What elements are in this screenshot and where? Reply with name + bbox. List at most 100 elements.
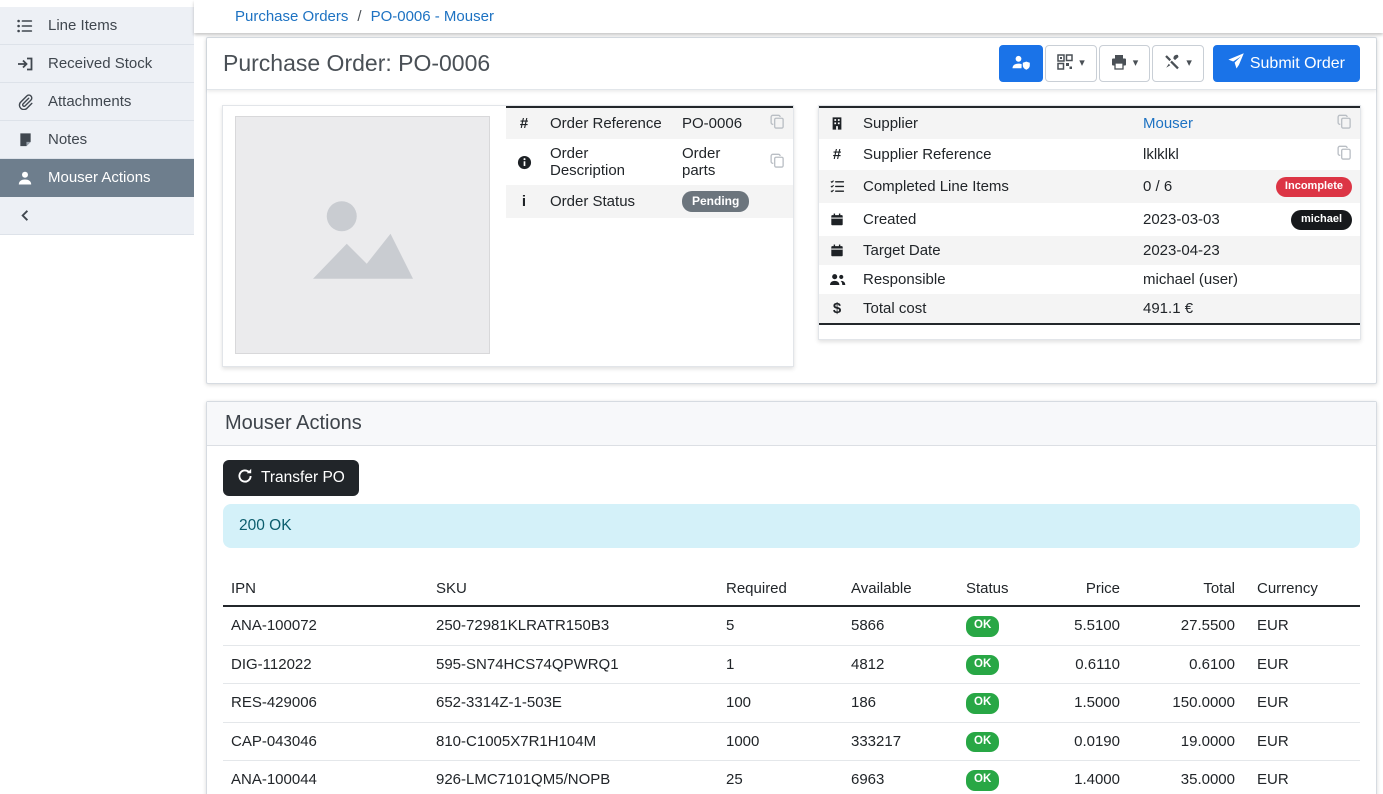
caret-down-icon: ▾ (1133, 58, 1139, 69)
supplier-link[interactable]: Mouser (1143, 115, 1193, 132)
detail-value: 2023-03-03 (1135, 203, 1258, 236)
submit-order-button[interactable]: Submit Order (1213, 45, 1360, 82)
column-header-available: Available (843, 572, 958, 606)
purchase-order-header: Purchase Order: PO-0006 ▾ (207, 38, 1376, 90)
currency-cell: EUR (1243, 722, 1360, 761)
table-row: Created 2023-03-03 michael (819, 203, 1360, 236)
list-check-icon (819, 170, 855, 203)
table-row: Target Date 2023-04-23 (819, 236, 1360, 265)
sidebar-item-label: Attachments (48, 93, 131, 110)
price-cell: 1.5000 (1058, 684, 1128, 723)
printer-icon (1111, 54, 1127, 74)
caret-down-icon: ▾ (1186, 58, 1192, 69)
sku-cell: 652-3314Z-1-503E (428, 684, 718, 723)
table-row: $ Total cost 491.1 € (819, 294, 1360, 324)
user-icon (16, 170, 34, 186)
order-tools-button[interactable]: ▾ (1152, 45, 1204, 82)
tools-icon (1164, 54, 1180, 74)
copy-icon[interactable] (770, 114, 785, 129)
detail-value: michael (user) (1135, 265, 1258, 294)
ipn-cell: ANA-100044 (223, 761, 428, 794)
line-items-table: IPN SKU Required Available Status Price … (223, 572, 1360, 794)
status-badge: OK (966, 693, 999, 714)
copy-icon[interactable] (1337, 145, 1352, 160)
app-window: Line Items Received Stock Attachments No… (0, 0, 1383, 794)
copy-icon[interactable] (1337, 114, 1352, 129)
page-title: Purchase Order: PO-0006 (223, 50, 490, 77)
sidebar-item-label: Line Items (48, 17, 117, 34)
column-header-ipn: IPN (223, 572, 428, 606)
currency-cell: EUR (1243, 645, 1360, 684)
status-badge: OK (966, 655, 999, 676)
order-info-table: Supplier Mouser # Supplier Reference (819, 106, 1360, 325)
user-permissions-button[interactable] (999, 45, 1043, 82)
calendar-icon (819, 236, 855, 265)
order-summary-card: # Order Reference PO-0006 (222, 105, 794, 367)
currency-cell: EUR (1243, 761, 1360, 794)
price-cell: 0.6110 (1058, 645, 1128, 684)
sidebar-item-mouser-actions[interactable]: Mouser Actions (0, 159, 194, 197)
detail-label: Supplier Reference (855, 139, 1135, 170)
sign-in-icon (16, 56, 34, 72)
sidebar-item-notes[interactable]: Notes (0, 121, 194, 159)
breadcrumb-link-current-order[interactable]: PO-0006 - Mouser (371, 8, 494, 25)
barcode-actions-button[interactable]: ▾ (1045, 45, 1097, 82)
breadcrumb-link-purchase-orders[interactable]: Purchase Orders (235, 8, 348, 25)
sidebar-item-line-items[interactable]: Line Items (0, 7, 194, 45)
paper-plane-icon (1228, 53, 1244, 74)
sidebar-item-label: Mouser Actions (48, 169, 151, 186)
sku-cell: 926-LMC7101QM5/NOPB (428, 761, 718, 794)
table-row: # Supplier Reference lklklkl (819, 139, 1360, 170)
order-details-table: # Order Reference PO-0006 (506, 106, 793, 218)
sidebar-item-attachments[interactable]: Attachments (0, 83, 194, 121)
paperclip-icon (16, 94, 34, 110)
building-icon (819, 107, 855, 139)
status-alert-text: 200 OK (239, 517, 292, 534)
status-badge: OK (966, 770, 999, 791)
ipn-cell: CAP-043046 (223, 722, 428, 761)
chevron-left-icon (16, 208, 34, 223)
total-cell: 35.0000 (1128, 761, 1243, 794)
total-cell: 0.6100 (1128, 645, 1243, 684)
table-row: i Order Status Pending (506, 185, 793, 218)
breadcrumb-separator: / (357, 8, 361, 25)
info-circle-icon (506, 139, 542, 185)
hash-icon: # (516, 115, 532, 132)
sku-cell: 595-SN74HCS74QPWRQ1 (428, 645, 718, 684)
hash-icon: # (829, 146, 845, 163)
detail-label: Created (855, 203, 1135, 236)
table-row: # Order Reference PO-0006 (506, 107, 793, 139)
available-cell: 186 (843, 684, 958, 723)
detail-value: Order parts (674, 139, 762, 185)
detail-label: Order Reference (542, 107, 674, 139)
column-header-sku: SKU (428, 572, 718, 606)
table-row: Supplier Mouser (819, 107, 1360, 139)
column-header-total: Total (1128, 572, 1243, 606)
table-row: Responsible michael (user) (819, 265, 1360, 294)
sku-cell: 810-C1005X7R1H104M (428, 722, 718, 761)
calendar-icon (819, 203, 855, 236)
table-row: Completed Line Items 0 / 6 Incomplete (819, 170, 1360, 203)
ipn-cell: ANA-100072 (223, 606, 428, 645)
print-actions-button[interactable]: ▾ (1099, 45, 1151, 82)
purchase-order-panel: Purchase Order: PO-0006 ▾ (206, 37, 1377, 384)
table-row: ANA-100044 926-LMC7101QM5/NOPB 25 6963 O… (223, 761, 1360, 794)
required-cell: 1 (718, 645, 843, 684)
price-cell: 1.4000 (1058, 761, 1128, 794)
available-cell: 6963 (843, 761, 958, 794)
detail-value: 0 / 6 (1135, 170, 1258, 203)
total-cell: 27.5500 (1128, 606, 1243, 645)
copy-icon[interactable] (770, 153, 785, 168)
info-icon: i (516, 193, 532, 210)
sidebar-collapse-button[interactable] (0, 197, 194, 235)
total-cell: 150.0000 (1128, 684, 1243, 723)
detail-label: Order Status (542, 185, 674, 218)
detail-value: lklklkl (1135, 139, 1258, 170)
detail-label: Total cost (855, 294, 1135, 324)
table-row: CAP-043046 810-C1005X7R1H104M 1000 33321… (223, 722, 1360, 761)
transfer-po-button[interactable]: Transfer PO (223, 460, 359, 496)
sidebar-item-received-stock[interactable]: Received Stock (0, 45, 194, 83)
column-header-currency: Currency (1243, 572, 1360, 606)
currency-cell: EUR (1243, 606, 1360, 645)
users-icon (819, 265, 855, 294)
